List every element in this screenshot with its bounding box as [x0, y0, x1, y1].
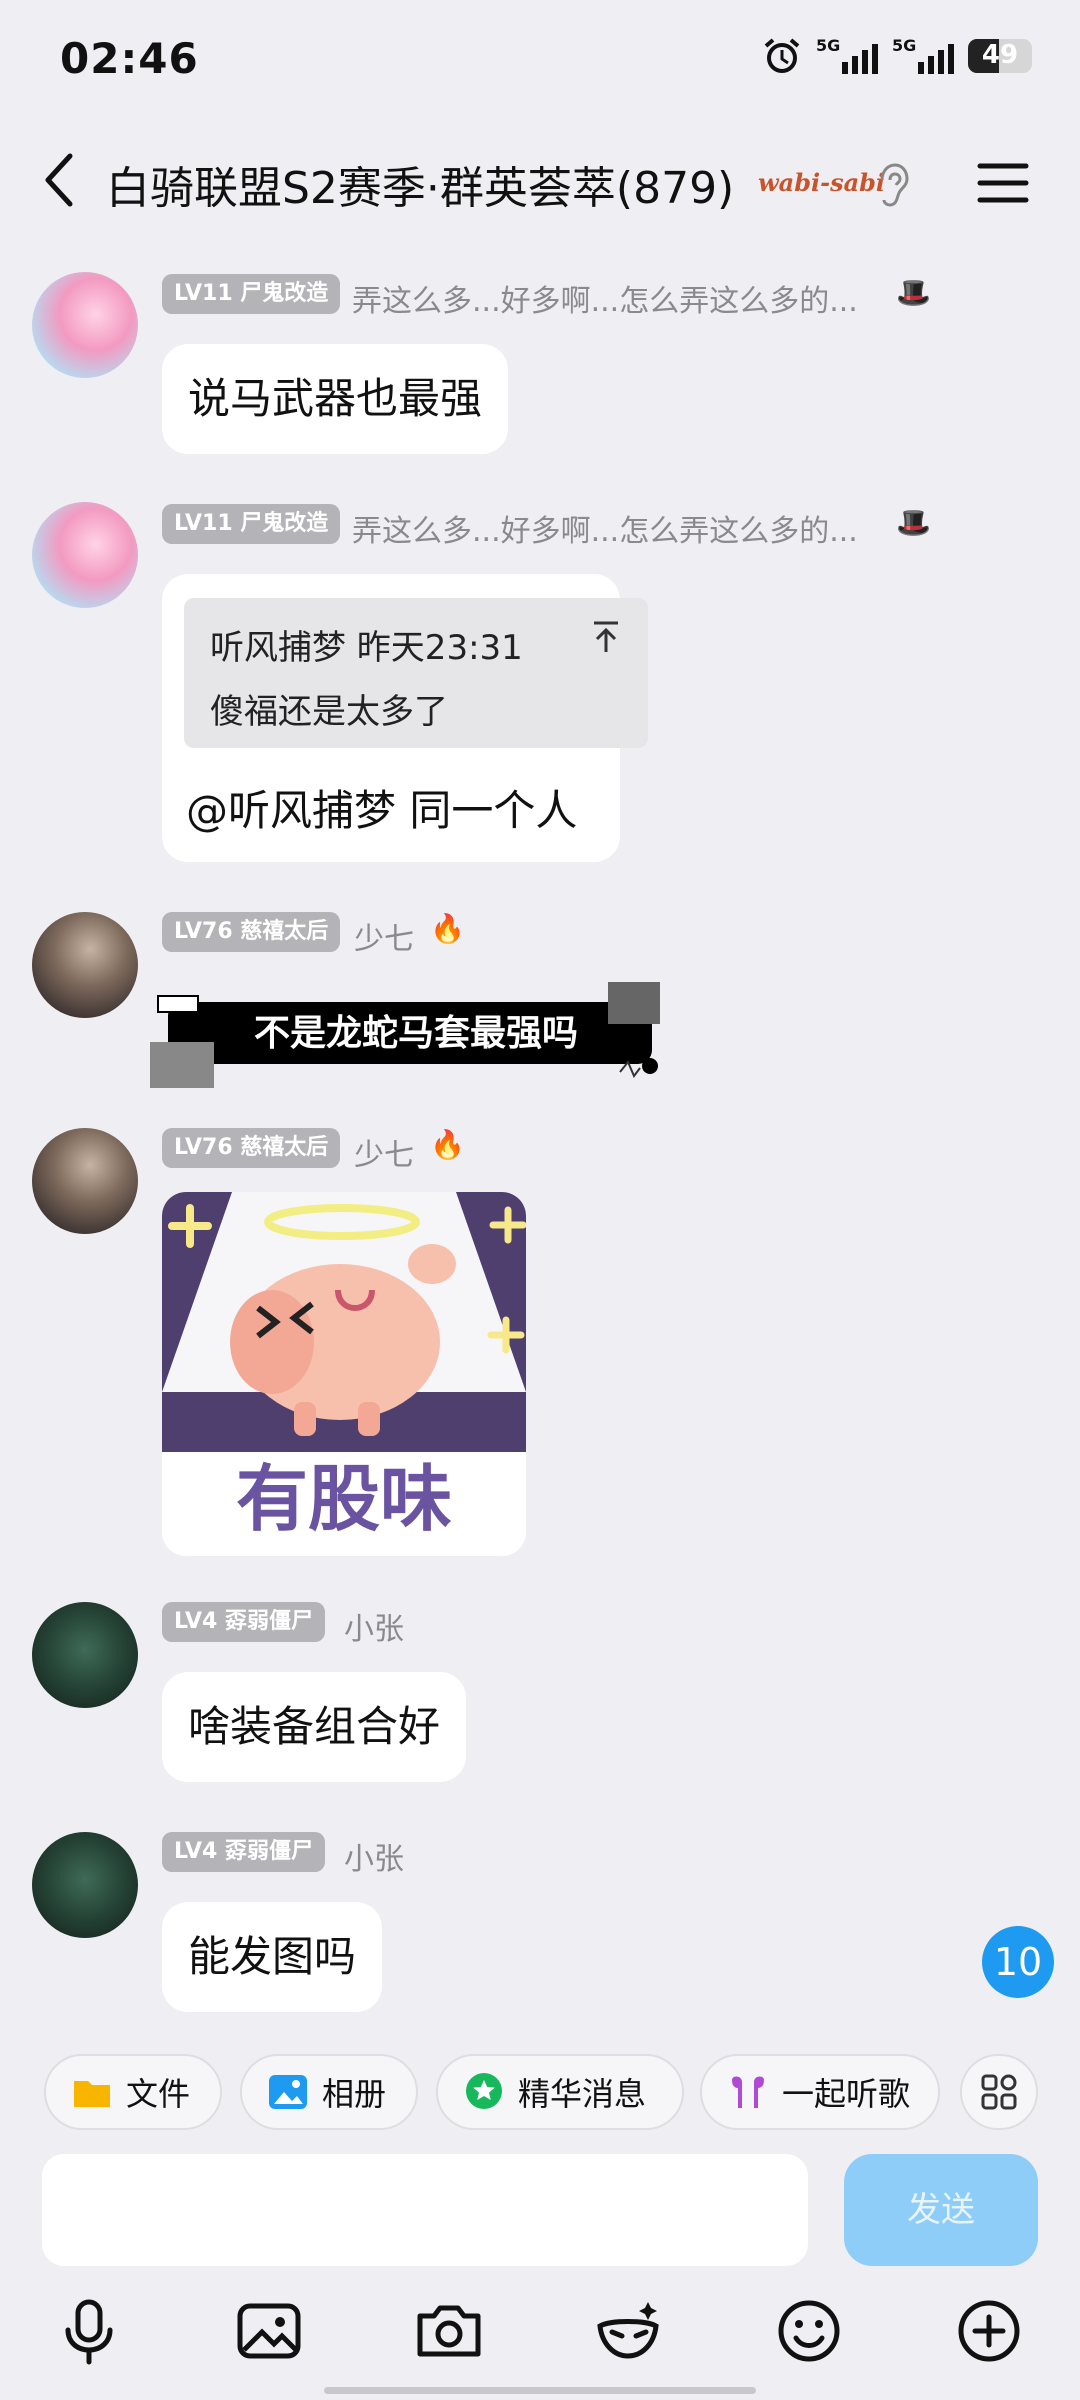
album-shortcut[interactable]: 相册: [240, 2054, 418, 2130]
listen-together-shortcut[interactable]: 一起听歌: [700, 2054, 940, 2130]
wabi-sabi-logo: wabi-sabi: [758, 168, 886, 197]
network-type-2: 5G: [892, 36, 917, 55]
send-button[interactable]: 发送: [844, 2154, 1038, 2266]
menu-icon[interactable]: [976, 158, 1030, 208]
status-icons: 5G 5G 49: [762, 36, 1032, 76]
message-bubble[interactable]: 说马武器也最强: [162, 344, 509, 454]
file-shortcut[interactable]: 文件: [44, 2054, 222, 2130]
photo-icon: [269, 2075, 307, 2109]
battery-level: 49: [981, 40, 1019, 70]
quote-header: 听风捕梦 昨天23:31: [210, 628, 523, 668]
clock: 02:46: [60, 34, 199, 83]
level-badge: LV76 慈禧太后: [162, 912, 341, 952]
more-shortcuts-button[interactable]: [960, 2054, 1038, 2130]
quoted-message[interactable]: 听风捕梦 昨天23:31 傻福还是太多了: [184, 598, 648, 748]
avatar[interactable]: [32, 1602, 138, 1708]
sender-nickname: 弄这么多...好多啊...怎么弄这么多的...: [352, 514, 858, 549]
alarm-icon: [764, 38, 800, 73]
avatar[interactable]: [32, 272, 138, 378]
level-badge: LV4 孬弱僵尸: [162, 1832, 325, 1872]
message-bubble[interactable]: 能发图吗: [162, 1902, 383, 2012]
avatar[interactable]: [32, 912, 138, 1018]
sender-nickname: 弄这么多...好多啊...怎么弄这么多的...: [352, 284, 858, 319]
chat-header: 白骑联盟S2赛季·群英荟萃(879) wabi-sabi: [0, 120, 1080, 250]
network-type-1: 5G: [816, 36, 841, 55]
emoji-icon[interactable]: [774, 2296, 844, 2366]
sender-nickname: 少七: [354, 922, 414, 957]
signal-icon-1: 5G: [816, 36, 878, 74]
quote-text: 傻福还是太多了: [210, 692, 448, 732]
level-badge: LV4 孬弱僵尸: [162, 1602, 325, 1642]
sticker-caption: 不是龙蛇马套最强吗: [253, 1012, 578, 1054]
sender-nickname: 少七: [354, 1138, 414, 1173]
earbuds-icon: [732, 2076, 764, 2108]
title-badge-icon: 🎩: [896, 276, 931, 309]
avatar[interactable]: [32, 502, 138, 608]
status-bar: 02:46 5G 5G 49: [0, 0, 1080, 120]
back-arrow-icon[interactable]: [36, 150, 88, 210]
star-bubble-icon: [466, 2073, 502, 2109]
sticker-caption: 有股味: [235, 1457, 452, 1541]
microphone-icon[interactable]: [54, 2296, 124, 2366]
shortcut-label: 相册: [322, 2075, 387, 2113]
plus-icon[interactable]: [954, 2296, 1024, 2366]
jump-to-top-icon[interactable]: [592, 620, 620, 654]
sticker-mask-icon[interactable]: [594, 2296, 664, 2366]
group-title[interactable]: 白骑联盟S2赛季·群英荟萃(879): [106, 152, 734, 216]
level-badge: LV11 尸鬼改造: [162, 274, 341, 314]
unread-count-badge[interactable]: 10: [982, 1926, 1054, 1998]
featured-messages-shortcut[interactable]: 精华消息: [436, 2054, 684, 2130]
level-badge: LV11 尸鬼改造: [162, 504, 341, 544]
title-badge-icon: 🎩: [896, 506, 931, 539]
shortcut-bar: 文件 相册 精华消息 一起听歌: [0, 2030, 1080, 2160]
shortcut-label: 文件: [126, 2075, 191, 2113]
fire-icon: 🔥: [430, 912, 465, 945]
shortcut-label: 一起听歌: [782, 2075, 911, 2113]
pig-sticker[interactable]: 有股味: [162, 1192, 526, 1556]
shortcut-label: 精华消息: [518, 2075, 647, 2113]
sender-nickname: 小张: [344, 1842, 404, 1877]
avatar[interactable]: [32, 1832, 138, 1938]
sticker-message[interactable]: 不是龙蛇马套最强吗: [150, 978, 670, 1088]
ear-icon[interactable]: [872, 160, 912, 210]
home-indicator[interactable]: [324, 2387, 756, 2394]
grid-icon: [981, 2074, 1017, 2110]
message-text: @听风捕梦 同一个人: [186, 786, 578, 835]
sender-nickname: 小张: [344, 1612, 404, 1647]
battery-icon: 49: [968, 39, 1032, 73]
message-bubble[interactable]: 啥装备组合好: [162, 1672, 467, 1782]
input-toolbar: [0, 2284, 1080, 2384]
image-icon[interactable]: [234, 2296, 304, 2366]
avatar[interactable]: [32, 1128, 138, 1234]
message-input[interactable]: [42, 2154, 808, 2266]
fire-icon: 🔥: [430, 1128, 465, 1161]
folder-icon: [74, 2081, 110, 2107]
level-badge: LV76 慈禧太后: [162, 1128, 341, 1168]
composer: 发送: [0, 2150, 1080, 2280]
signal-icon-2: 5G: [892, 36, 954, 74]
camera-icon[interactable]: [414, 2296, 484, 2366]
